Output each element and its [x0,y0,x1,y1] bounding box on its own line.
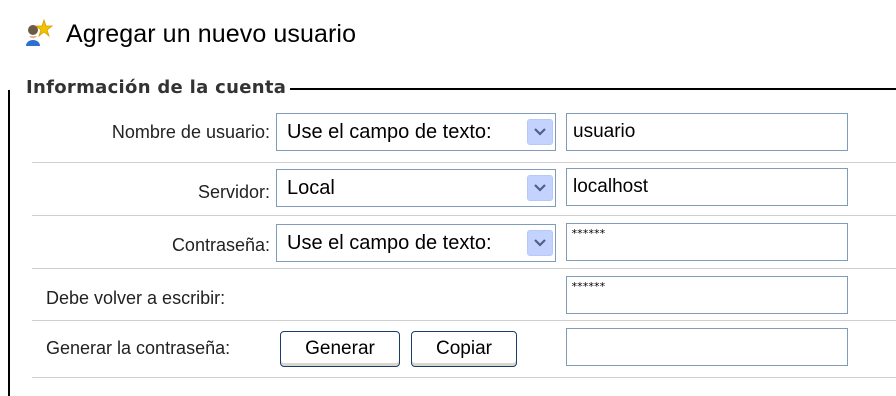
password-row: Contraseña: Use el campo de texto: *****… [32,215,896,275]
username-input[interactable]: usuario [566,113,848,151]
username-type-select[interactable]: Use el campo de texto: [276,113,556,151]
server-input[interactable]: localhost [566,168,848,206]
copy-button[interactable]: Copiar [411,331,517,367]
retype-password-mask: ****** [571,280,606,293]
page-title: Agregar un nuevo usuario [66,19,357,48]
chevron-down-icon[interactable] [527,230,553,256]
chevron-down-icon[interactable] [527,119,553,145]
password-input[interactable]: ****** [566,223,848,261]
add-user-page: Agregar un nuevo usuario Información de … [0,0,896,396]
generate-row: Generar la contraseña: Generar Copiar [20,320,896,380]
generated-password-input[interactable] [566,328,848,366]
add-user-icon [26,18,54,46]
username-row: Nombre de usuario: Use el campo de texto… [32,102,896,162]
password-type-select[interactable]: Use el campo de texto: [276,224,556,262]
server-type-select[interactable]: Local [276,169,556,207]
password-mask: ****** [571,227,606,240]
username-label: Nombre de usuario: [111,121,270,142]
page-header: Agregar un nuevo usuario [22,14,356,54]
retype-password-input[interactable]: ****** [566,276,848,314]
fieldset-legend: Información de la cuenta [7,76,291,100]
password-type-value: Use el campo de texto: [287,232,492,254]
password-label: Contraseña: [171,234,270,255]
row-divider [32,377,896,378]
generate-label: Generar la contraseña: [46,337,231,358]
chevron-down-icon[interactable] [527,175,553,201]
server-type-value: Local [287,177,335,199]
generate-button[interactable]: Generar [280,331,400,367]
username-type-value: Use el campo de texto: [287,121,492,143]
server-label: Servidor: [197,181,270,202]
retype-label: Debe volver a escribir: [46,287,226,308]
server-row: Servidor: Local localhost [32,162,896,222]
retype-row: Debe volver a escribir: ****** [20,268,896,328]
